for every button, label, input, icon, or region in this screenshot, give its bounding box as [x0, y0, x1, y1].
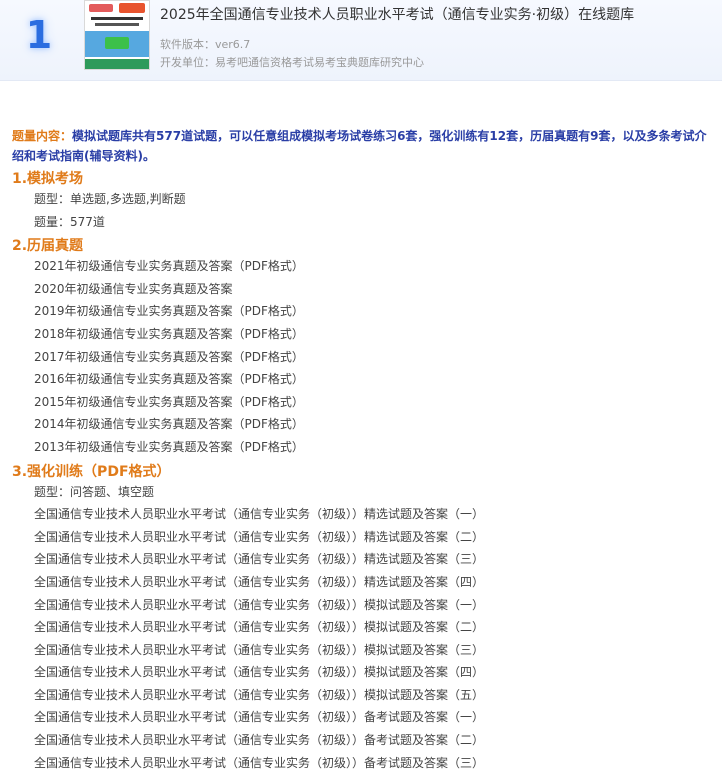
section-title-intensive-training: 3.强化训练（PDF格式）: [12, 463, 171, 480]
list-item: 全国通信专业技术人员职业水平考试（通信专业实务（初级））备考试题及答案（一）: [34, 710, 485, 725]
list-item: 2017年初级通信专业实务真题及答案（PDF格式）: [34, 349, 304, 364]
list-item: 全国通信专业技术人员职业水平考试（通信专业实务（初级））备考试题及答案（三）: [34, 755, 485, 770]
content-area: 题量内容：模拟试题库共有577道试题，可以任意组成模拟考场试卷练习6套，强化训练…: [0, 126, 722, 774]
list-item: 全国通信专业技术人员职业水平考试（通信专业实务（初级））模拟试题及答案（五）: [34, 687, 485, 702]
list-item: 题量：577道: [34, 214, 105, 229]
developer-info: 开发单位：易考吧通信资格考试易考宝典题库研究中心: [160, 56, 424, 69]
list-item: 2016年初级通信专业实务真题及答案（PDF格式）: [34, 372, 304, 387]
section-title-past-papers: 2.历届真题: [12, 238, 84, 255]
rank-number: 1: [25, 13, 53, 57]
software-version: 软件版本：ver6.7: [160, 38, 251, 51]
section-title-mock-exam: 1.模拟考场: [12, 171, 84, 187]
list-item: 2019年初级通信专业实务真题及答案（PDF格式）: [34, 304, 304, 319]
book-cover-image[interactable]: [84, 0, 150, 70]
list-item: 全国通信专业技术人员职业水平考试（通信专业实务（初级））备考试题及答案（二）: [34, 733, 485, 748]
intro-text: 模拟试题库共有577道试题，可以任意组成模拟考场试卷练习6套，强化训练有12套，…: [12, 129, 707, 163]
list-item: 2018年初级通信专业实务真题及答案（PDF格式）: [34, 326, 304, 341]
list-item: 题型：问答题、填空题: [34, 484, 155, 499]
list-item: 全国通信专业技术人员职业水平考试（通信专业实务（初级））模拟试题及答案（四）: [34, 665, 485, 680]
product-title[interactable]: 2025年全国通信专业技术人员职业水平考试（通信专业实务·初级）在线题库: [160, 4, 634, 24]
list-item: 2020年初级通信专业实务真题及答案: [34, 281, 233, 296]
list-item: 2014年初级通信专业实务真题及答案（PDF格式）: [34, 417, 304, 432]
list-item: 全国通信专业技术人员职业水平考试（通信专业实务（初级））精选试题及答案（三）: [34, 552, 485, 567]
list-item: 全国通信专业技术人员职业水平考试（通信专业实务（初级））精选试题及答案（四）: [34, 574, 485, 589]
list-item: 2021年初级通信专业实务真题及答案（PDF格式）: [34, 259, 304, 274]
product-header: 1 2025年全国通信专业技术人员职业水平考试（通信专业实务·初级）在线题库 软…: [0, 0, 722, 81]
intro-label: 题量内容：: [12, 129, 73, 143]
list-item: 全国通信专业技术人员职业水平考试（通信专业实务（初级））模拟试题及答案（三）: [34, 642, 485, 657]
intro-paragraph: 题量内容：模拟试题库共有577道试题，可以任意组成模拟考场试卷练习6套，强化训练…: [12, 126, 712, 166]
list-item: 题型：单选题,多选题,判断题: [34, 192, 186, 206]
list-item: 全国通信专业技术人员职业水平考试（通信专业实务（初级））模拟试题及答案（二）: [34, 620, 485, 635]
list-item: 2015年初级通信专业实务真题及答案（PDF格式）: [34, 394, 304, 409]
list-item: 全国通信专业技术人员职业水平考试（通信专业实务（初级））精选试题及答案（二）: [34, 529, 485, 544]
list-item: 全国通信专业技术人员职业水平考试（通信专业实务（初级））模拟试题及答案（一）: [34, 597, 485, 612]
list-item: 2013年初级通信专业实务真题及答案（PDF格式）: [34, 439, 304, 454]
list-item: 全国通信专业技术人员职业水平考试（通信专业实务（初级））精选试题及答案（一）: [34, 507, 485, 522]
